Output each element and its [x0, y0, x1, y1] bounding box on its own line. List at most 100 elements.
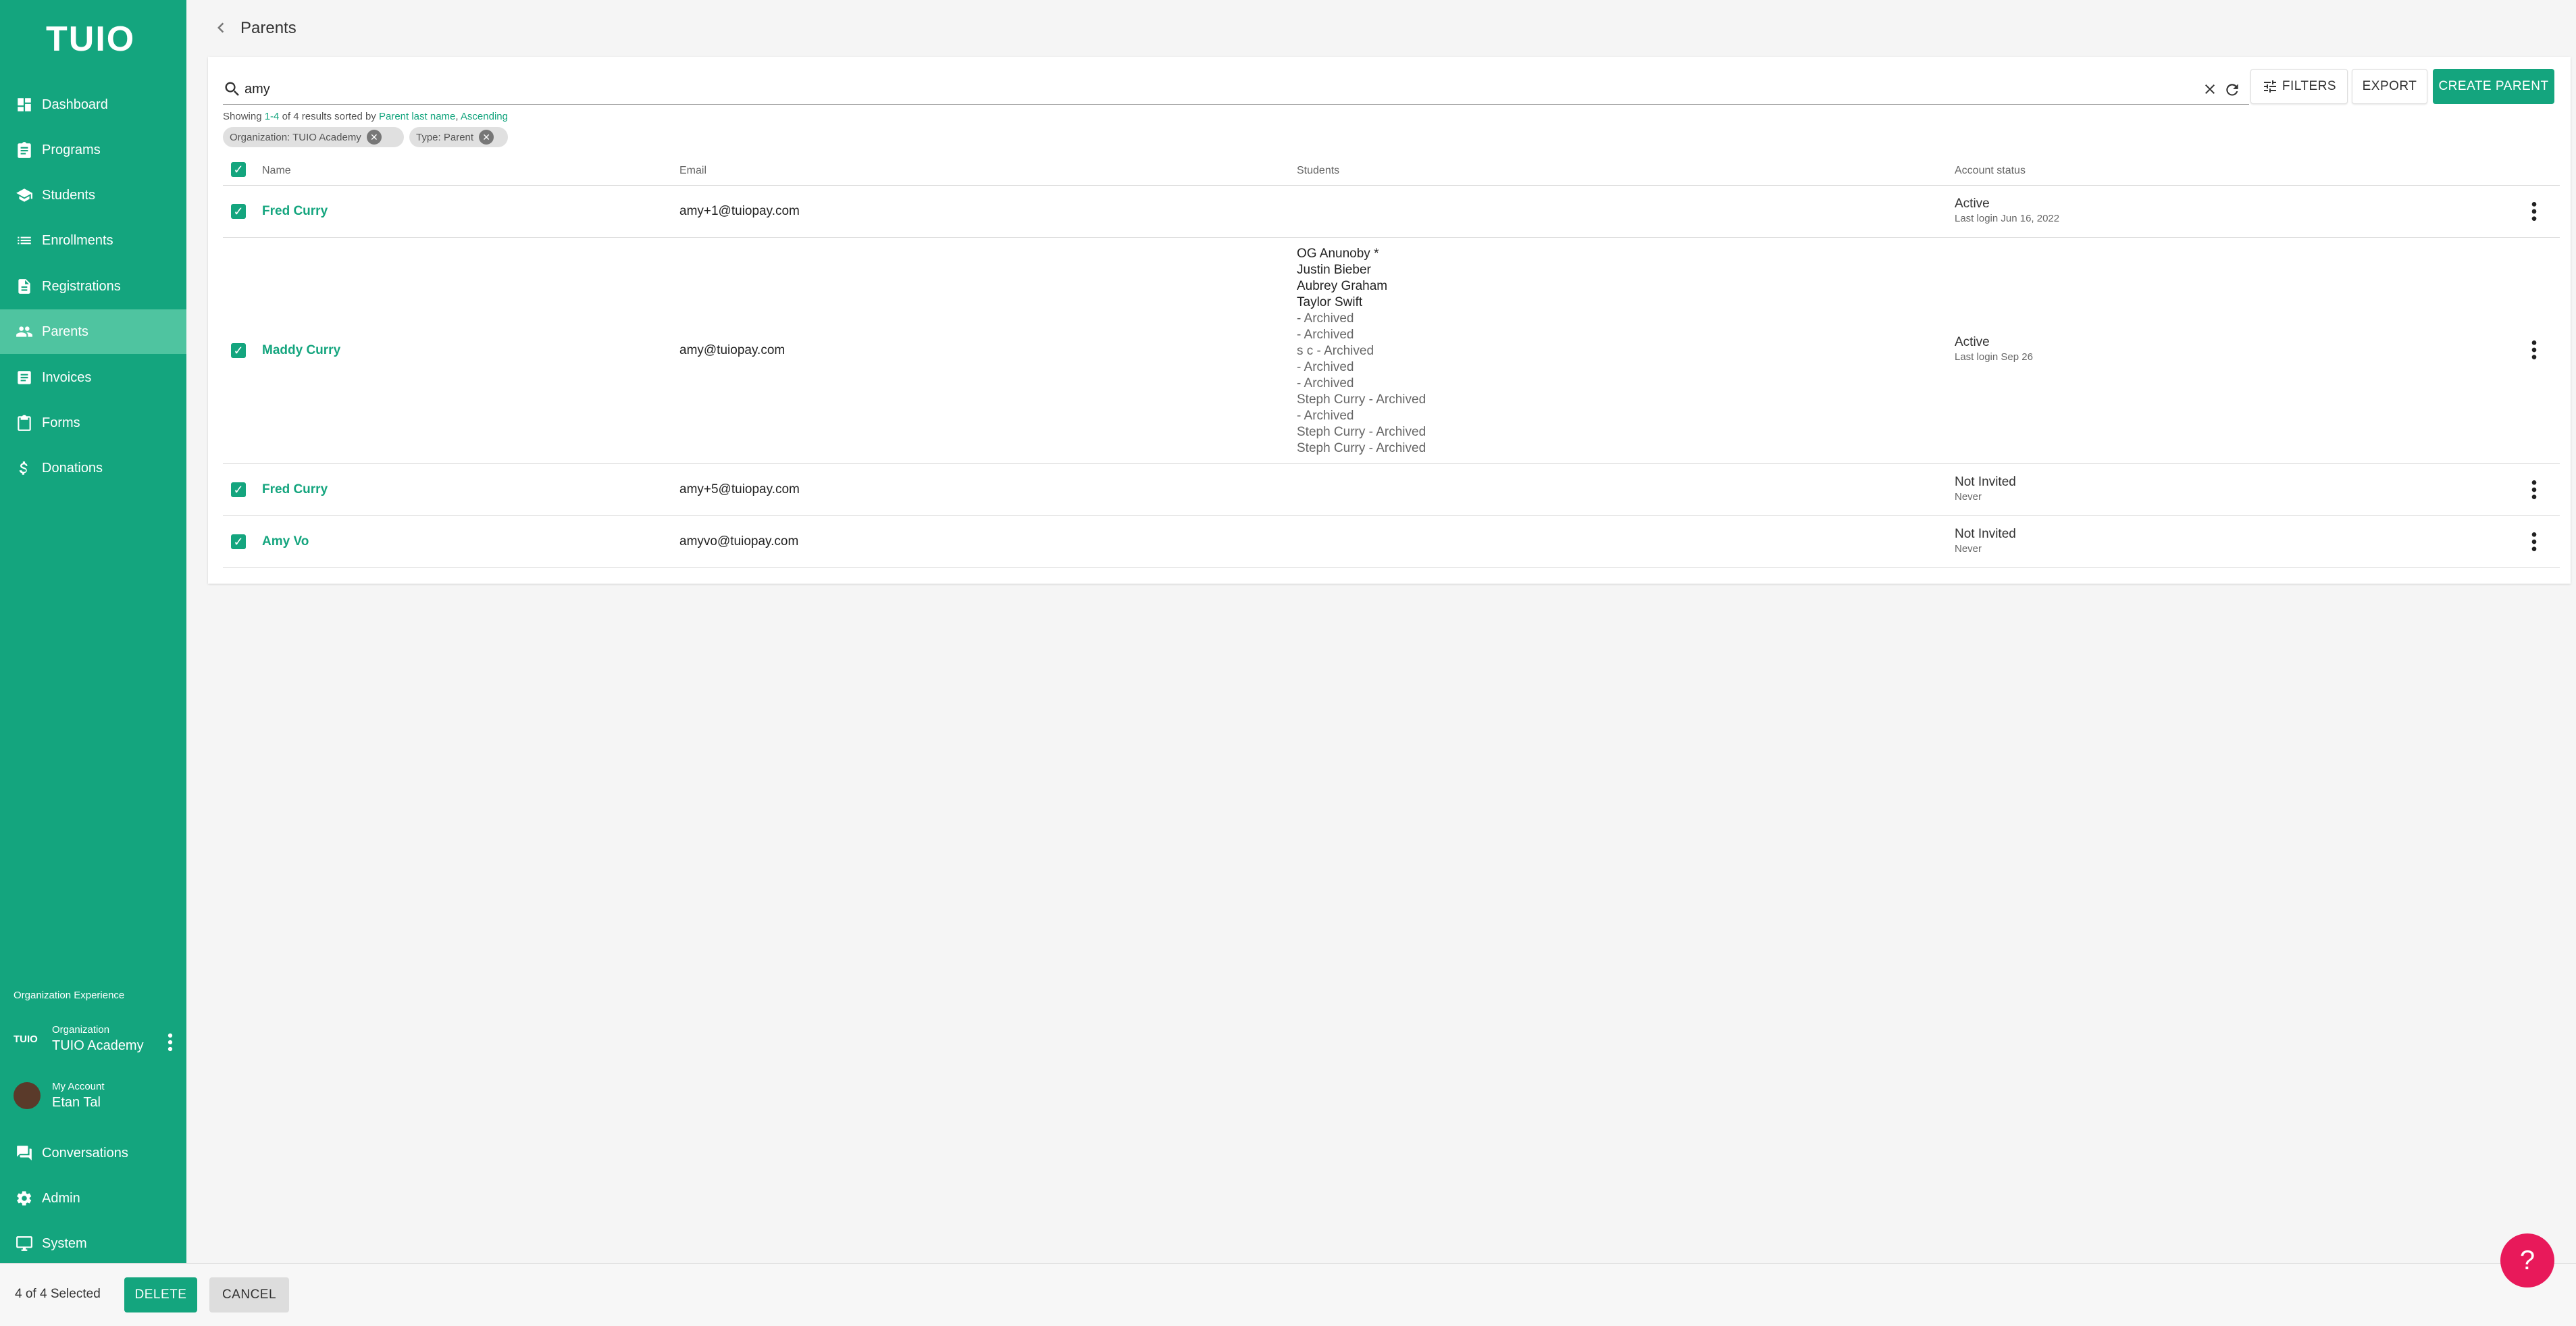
- organization-label: Organization: [52, 1024, 110, 1036]
- chat-icon: [15, 1144, 34, 1163]
- sidebar-item-label: Enrollments: [42, 232, 113, 248]
- student-item: OG Anunoby *: [1297, 247, 1379, 261]
- sidebar-item-label: Conversations: [42, 1145, 128, 1161]
- sidebar-item-label: Registrations: [42, 278, 121, 294]
- sort-field-link[interactable]: Parent last name: [379, 111, 455, 122]
- more-vert-icon[interactable]: [2527, 339, 2541, 361]
- parent-name-link[interactable]: Fred Curry: [262, 204, 328, 219]
- filter-chip-organization: Organization: TUIO Academy ✕: [223, 127, 404, 147]
- parent-name-link[interactable]: Amy Vo: [262, 534, 309, 549]
- column-header-account-status[interactable]: Account status: [1955, 165, 2026, 177]
- sidebar-item-label: Donations: [42, 460, 103, 476]
- last-login-text: Never: [1955, 491, 1982, 503]
- help-icon: ?: [2519, 1245, 2535, 1275]
- people-icon: [15, 322, 34, 341]
- sort-order-link[interactable]: Ascending: [461, 111, 508, 122]
- dollar-icon: [15, 459, 34, 478]
- sidebar-item-label: Parents: [42, 324, 88, 339]
- filters-button[interactable]: FILTERS: [2250, 69, 2348, 104]
- sidebar-item-invoices[interactable]: Invoices: [0, 355, 186, 400]
- parent-name-link[interactable]: Fred Curry: [262, 482, 328, 497]
- search-bar: [223, 74, 2249, 105]
- create-parent-label: CREATE PARENT: [2438, 79, 2549, 93]
- student-item: Aubrey Graham: [1297, 279, 1388, 293]
- parent-email: amy+5@tuiopay.com: [679, 482, 800, 496]
- sidebar-item-forms[interactable]: Forms: [0, 401, 186, 445]
- more-vert-icon[interactable]: [2527, 201, 2541, 222]
- list-icon: [15, 231, 34, 250]
- table-row: ✓ Maddy Curry amy@tuiopay.com OG Anunoby…: [223, 238, 2560, 464]
- row-checkbox[interactable]: ✓: [231, 482, 246, 497]
- students-list: OG Anunoby * Justin Bieber Aubrey Graham…: [1297, 246, 1426, 457]
- tuio-logo[interactable]: TUIO: [46, 19, 135, 59]
- row-checkbox[interactable]: ✓: [231, 204, 246, 219]
- more-vert-icon[interactable]: [165, 1032, 176, 1052]
- sidebar-item-label: Forms: [42, 415, 80, 430]
- sidebar-item-system[interactable]: System: [0, 1221, 186, 1266]
- column-header-students[interactable]: Students: [1297, 165, 1339, 177]
- sidebar-item-label: Programs: [42, 142, 101, 157]
- sidebar-item-programs[interactable]: Programs: [0, 128, 186, 172]
- account-name: Etan Tal: [52, 1095, 101, 1110]
- sidebar-item-registrations[interactable]: Registrations: [0, 264, 186, 309]
- chip-label: Type: Parent: [416, 131, 474, 143]
- student-item: Steph Curry - Archived: [1297, 425, 1426, 439]
- chip-label: Organization: TUIO Academy: [230, 131, 361, 143]
- row-checkbox[interactable]: ✓: [231, 534, 246, 549]
- table-row: ✓ Fred Curry amy+1@tuiopay.com Active La…: [223, 186, 2560, 238]
- table-row: ✓ Amy Vo amyvo@tuiopay.com Not Invited N…: [223, 516, 2560, 568]
- more-vert-icon[interactable]: [2527, 531, 2541, 553]
- last-login-text: Last login Sep 26: [1955, 351, 2033, 363]
- student-item: s c - Archived: [1297, 344, 1374, 358]
- student-item: Taylor Swift: [1297, 295, 1363, 309]
- sidebar-item-label: Dashboard: [42, 97, 108, 112]
- sidebar-item-donations[interactable]: Donations: [0, 446, 186, 490]
- close-icon[interactable]: [2202, 81, 2218, 97]
- search-icon: [225, 82, 239, 96]
- monitor-icon: [15, 1234, 34, 1253]
- sidebar-item-students[interactable]: Students: [0, 173, 186, 218]
- status-text: Not Invited: [1955, 527, 2016, 541]
- help-button[interactable]: ?: [2500, 1233, 2554, 1287]
- organization-switcher[interactable]: TUIO Organization TUIO Academy: [14, 1024, 176, 1054]
- selected-count: 4 of 4 Selected: [15, 1287, 101, 1301]
- chevron-left-icon[interactable]: [211, 18, 231, 38]
- page-title: Parents: [240, 19, 297, 37]
- account-status: Active Last login Sep 26: [1955, 335, 2033, 363]
- sidebar-item-parents[interactable]: Parents: [0, 309, 186, 354]
- delete-label: DELETE: [134, 1287, 187, 1302]
- create-parent-button[interactable]: CREATE PARENT: [2433, 69, 2554, 104]
- more-vert-icon[interactable]: [2527, 479, 2541, 501]
- clipboard-icon: [15, 141, 34, 159]
- chip-remove-icon[interactable]: ✕: [479, 130, 494, 145]
- student-item: - Archived: [1297, 311, 1354, 326]
- export-button[interactable]: EXPORT: [2352, 69, 2427, 104]
- parent-name-link[interactable]: Maddy Curry: [262, 343, 340, 358]
- top-bar: Parents: [186, 0, 2576, 55]
- delete-button[interactable]: DELETE: [124, 1277, 197, 1312]
- select-all-checkbox[interactable]: ✓: [231, 162, 246, 177]
- sidebar-item-label: System: [42, 1235, 87, 1251]
- chip-remove-icon[interactable]: ✕: [366, 130, 382, 145]
- search-input[interactable]: [243, 76, 2205, 103]
- row-checkbox[interactable]: ✓: [231, 343, 246, 358]
- sidebar-item-enrollments[interactable]: Enrollments: [0, 218, 186, 263]
- selection-bar: 4 of 4 Selected DELETE CANCEL: [0, 1263, 2576, 1326]
- student-item: Steph Curry - Archived: [1297, 441, 1426, 455]
- cancel-button[interactable]: CANCEL: [209, 1277, 289, 1312]
- filters-label: FILTERS: [2282, 79, 2337, 93]
- column-header-email[interactable]: Email: [679, 165, 706, 177]
- refresh-icon[interactable]: [2223, 81, 2241, 99]
- status-text: Active: [1955, 197, 1990, 211]
- sidebar-item-conversations[interactable]: Conversations: [0, 1131, 186, 1175]
- column-header-name[interactable]: Name: [262, 165, 291, 177]
- sidebar-item-admin[interactable]: Admin: [0, 1176, 186, 1221]
- sidebar: TUIO Dashboard Programs Students Enrollm…: [0, 0, 186, 1263]
- table-row: ✓ Fred Curry amy+5@tuiopay.com Not Invit…: [223, 464, 2560, 516]
- status-text: Not Invited: [1955, 475, 2016, 489]
- account-status: Not Invited Never: [1955, 475, 2016, 503]
- sidebar-item-dashboard[interactable]: Dashboard: [0, 82, 186, 127]
- my-account[interactable]: My Account Etan Tal: [14, 1081, 105, 1111]
- clipboard-icon: [15, 413, 34, 432]
- last-login-text: Never: [1955, 543, 1982, 555]
